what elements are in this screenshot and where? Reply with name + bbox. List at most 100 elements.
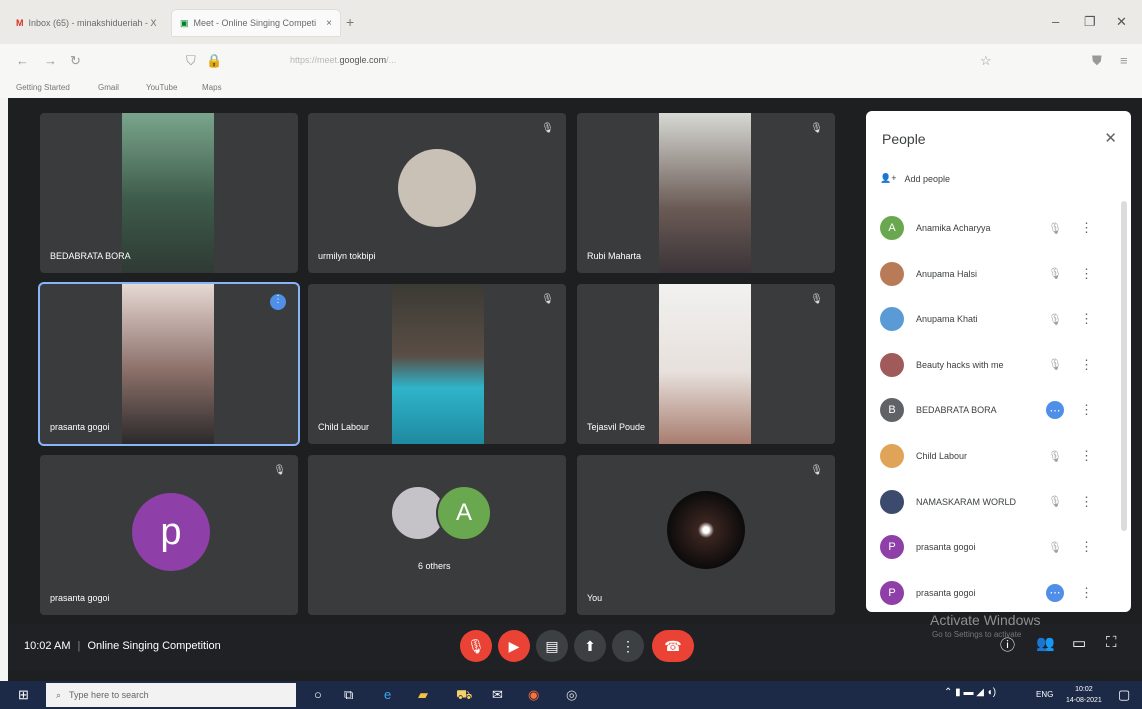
url-prefix: https://meet. [290,55,340,65]
participant-avatar [880,261,904,286]
speaking-icon: ⋯ [1046,583,1064,602]
participant-list-item[interactable]: B BEDABRATA BORA ⋯ ⋮ [880,395,1116,425]
tab-label: Meet - Online Singing Competi [193,18,317,28]
close-window-button[interactable]: ✕ [1116,14,1127,30]
more-vert-icon[interactable]: ⋮ [1080,585,1093,601]
participant-avatar: P [880,535,904,560]
more-vert-icon[interactable]: ⋮ [1080,266,1093,282]
participant-list-item[interactable]: Child Labour 🎙 ⋮ [880,441,1116,471]
participant-avatar: P [880,580,904,605]
bookmark-gmail[interactable]: Gmail [98,83,119,92]
firefox-icon[interactable]: ◉ [528,687,539,703]
shield-icon[interactable]: ⛉ [186,53,196,69]
captions-button[interactable]: ▤ [536,630,568,662]
participant-list-item[interactable]: Anupama Khati 🎙 ⋮ [880,304,1116,334]
reload-icon[interactable]: ↻ [70,53,81,69]
participant-list-item[interactable]: Beauty hacks with me 🎙 ⋮ [880,350,1116,380]
edge-icon[interactable]: e [384,687,391,702]
activities-icon[interactable]: ⛶ [1106,634,1117,651]
present-button[interactable]: ⬆ [574,630,606,662]
clock-time: 10:02 [1075,686,1093,693]
others-tile[interactable]: A 6 others [308,455,566,615]
extensions-icon[interactable]: ⛊ [1092,53,1102,69]
chat-icon[interactable]: ▭ [1072,634,1086,652]
participant-tile[interactable]: 🎙 Tejasvil Poude [577,284,835,444]
mic-off-icon: 🎙 [1048,313,1062,326]
url-field[interactable]: https://meet.google.com/... [290,55,396,65]
chrome-icon[interactable]: ◎ [566,687,577,703]
close-tab-icon[interactable]: × [326,18,332,29]
mic-toggle-button[interactable]: 🎙 [460,630,492,662]
bookmark-youtube[interactable]: YouTube [146,83,177,92]
bookmark-getting-started[interactable]: Getting Started [16,83,70,92]
participant-list-name: NAMASKARAM WORLD [916,496,1017,507]
participant-tile[interactable]: 🎙 Rubi Maharta [577,113,835,273]
participant-list-item[interactable]: Pprasanta gogoi ⋯ ⋮ [880,578,1116,608]
people-icon[interactable]: 👥 [1036,634,1055,652]
mic-off-icon: 🎙 [1048,541,1062,554]
self-tile[interactable]: 🎙 You [577,455,835,615]
more-vert-icon[interactable]: ⋮ [1080,539,1093,555]
add-people-button[interactable]: 👤+ Add people [880,173,950,184]
close-icon[interactable]: ✕ [1104,129,1117,147]
participant-list-name: Anupama Halsi [916,268,978,279]
add-person-icon: 👤+ [880,173,897,183]
speaking-icon: ⋯ [1046,401,1064,420]
forward-icon[interactable]: → [44,53,57,68]
participant-tile[interactable]: 🎙 urmilyn tokbipi [308,113,566,273]
tab-meet[interactable]: ▣ Meet - Online Singing Competi × [172,10,340,36]
phone-hangup-icon: ☎ [664,637,682,654]
bookmark-maps[interactable]: Maps [202,83,222,92]
tray-icons[interactable]: ⌃ ▮ ▬ ◢ ◖) [944,687,996,698]
bookmark-star-icon[interactable]: ☆ [980,53,992,69]
participant-tile[interactable]: BEDABRATA BORA [40,113,298,273]
more-vert-icon[interactable]: ⋮ [1080,220,1093,236]
camera-toggle-button[interactable]: ▶ [498,630,530,662]
windows-start-icon[interactable]: ⊞ [18,687,29,703]
more-vert-icon[interactable]: ⋮ [1080,311,1093,327]
tab-gmail[interactable]: M Inbox (65) - minakshidueriah - X [8,10,168,36]
meeting-time: 10:02 AM [24,640,71,652]
cortana-icon[interactable]: ○ [314,687,322,702]
scrollbar[interactable] [1121,201,1127,531]
file-explorer-icon[interactable]: ▰ [418,687,428,703]
mail-icon[interactable]: ✉ [492,687,503,703]
more-vert-icon[interactable]: ⋮ [1080,494,1093,510]
participant-list-item[interactable]: A Anamika Acharyya 🎙 ⋮ [880,213,1116,243]
more-vert-icon[interactable]: ⋮ [1080,402,1093,418]
browser-tab-bar: M Inbox (65) - minakshidueriah - X ▣ Mee… [0,0,1142,44]
speaking-icon: ⋮ [270,294,286,310]
windows-taskbar: ⊞ ⌕ Type here to search ○ ⧉ e ▰ ⛟ ✉ ◉ ◎ … [0,681,1142,709]
clock[interactable]: 10:02 14-08-2021 [1066,684,1102,706]
participant-list-name: Anamika Acharyya [916,223,991,233]
participant-list-item[interactable]: Pprasanta gogoi 🎙 ⋮ [880,532,1116,562]
taskbar-search[interactable]: ⌕ Type here to search [46,683,296,707]
menu-icon[interactable]: ≡ [1120,53,1128,68]
minimize-button[interactable]: – [1052,14,1059,29]
participant-tile[interactable]: p 🎙 prasanta gogoi [40,455,298,615]
info-icon[interactable]: ⓘ [1000,634,1015,655]
more-options-button[interactable]: ⋮ [612,630,644,662]
address-bar-row: ← → ↻ ⛉ 🔒 https://meet.google.com/... ☆ … [0,44,1142,78]
lock-icon: 🔒 [206,53,223,68]
participant-tile[interactable]: 🎙 Child Labour [308,284,566,444]
separator: | [77,640,81,652]
participant-avatar [880,307,904,332]
participant-list-name: Child Labour [916,451,968,461]
end-call-button[interactable]: ☎ [652,630,694,662]
language-indicator[interactable]: ENG [1036,690,1053,699]
more-vert-icon[interactable]: ⋮ [1080,357,1093,373]
participant-video [659,284,751,444]
participant-list-item[interactable]: NAMASKARAM WORLD 🎙 ⋮ [880,487,1116,517]
more-vert-icon[interactable]: ⋮ [1080,448,1093,464]
back-icon[interactable]: ← [16,53,29,68]
new-tab-button[interactable]: + [346,14,354,30]
participant-tile-active[interactable]: ⋮ prasanta gogoi [38,282,300,446]
restore-button[interactable]: ❐ [1084,14,1096,30]
search-icon: ⌕ [56,689,62,700]
store-icon[interactable]: ⛟ [456,687,472,705]
others-count: 6 others [418,561,451,571]
task-view-icon[interactable]: ⧉ [344,687,353,703]
participant-list-item[interactable]: Anupama Halsi 🎙 ⋮ [880,259,1116,289]
notification-icon[interactable]: ▢ [1118,687,1130,703]
